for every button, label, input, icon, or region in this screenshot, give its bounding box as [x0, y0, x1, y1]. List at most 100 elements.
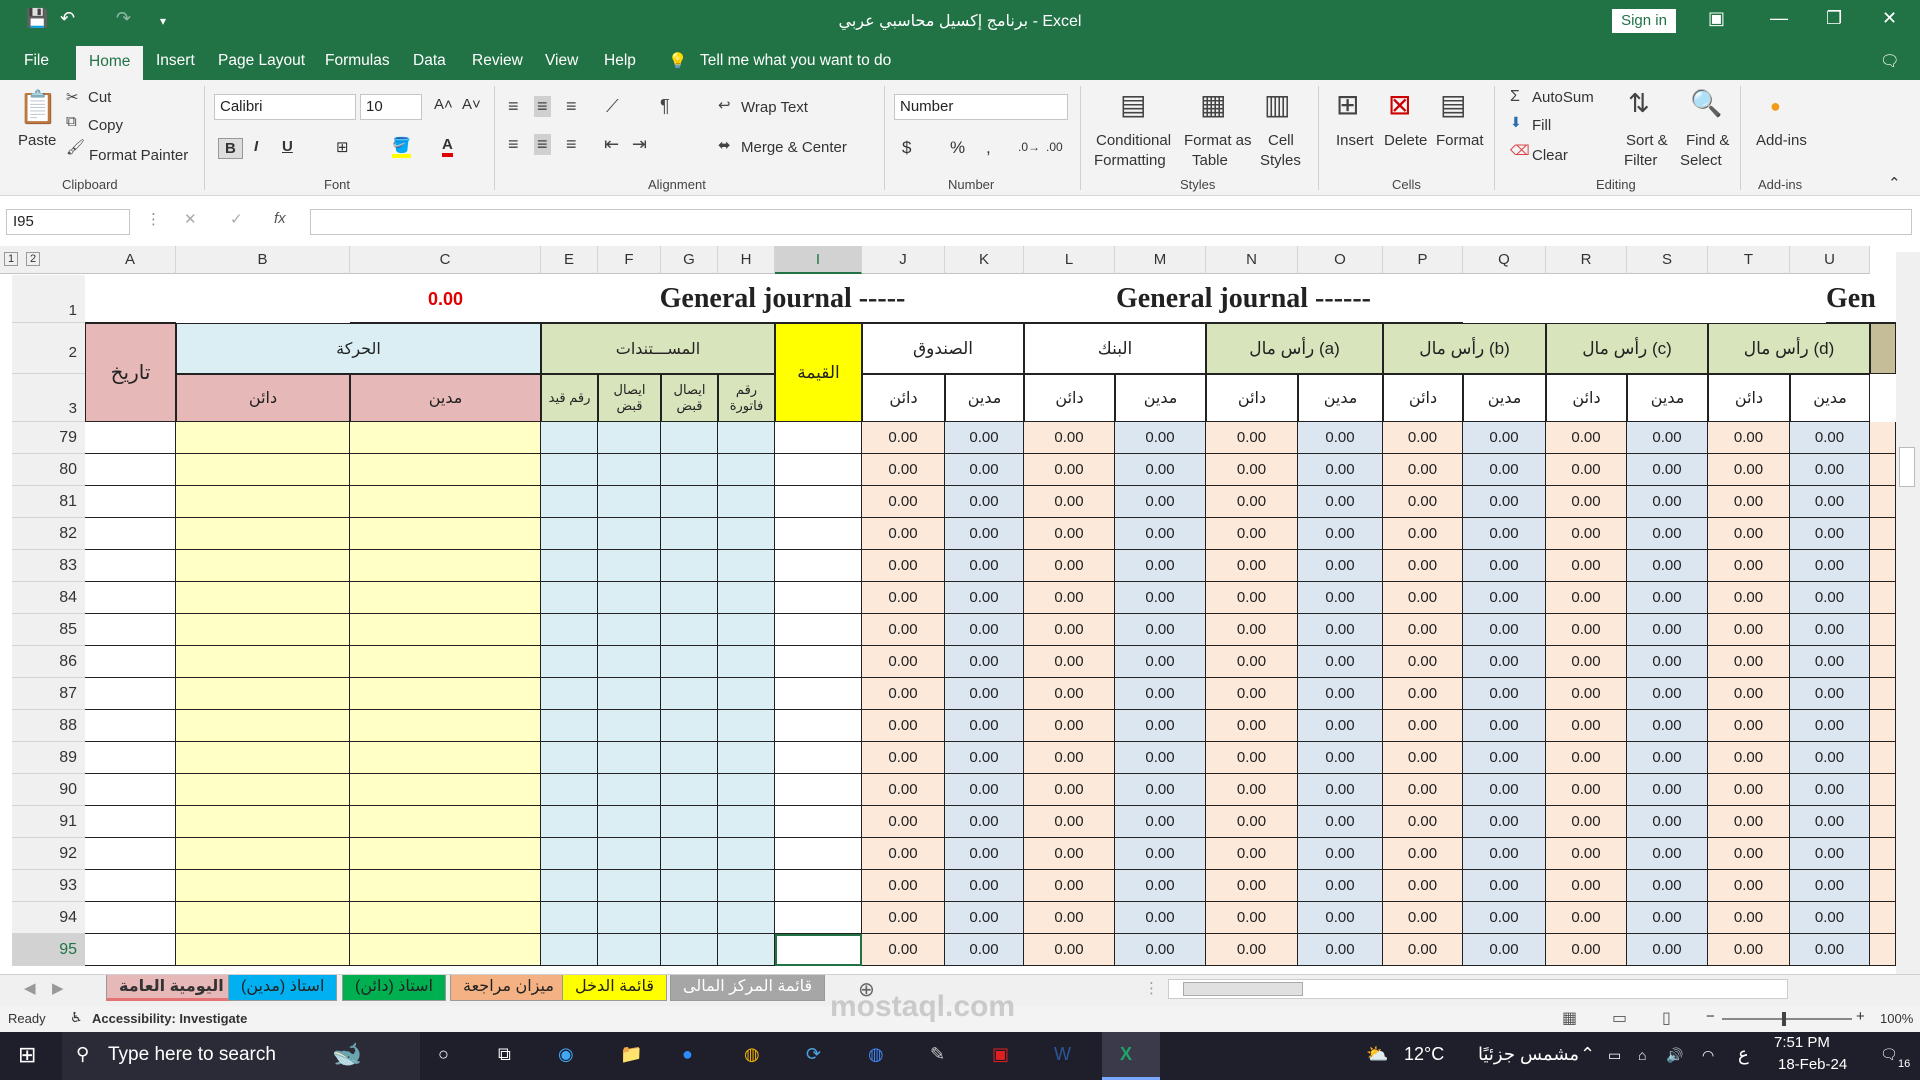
- value-cell[interactable]: 0.00: [945, 614, 1024, 646]
- value-cell[interactable]: 0.00: [1206, 582, 1298, 614]
- column-header[interactable]: A: [85, 246, 176, 274]
- document-cell[interactable]: [598, 454, 661, 486]
- document-cell[interactable]: [718, 614, 775, 646]
- paste-button[interactable]: Paste: [18, 132, 56, 149]
- value-cell[interactable]: 0.00: [1024, 902, 1115, 934]
- cell-styles-label[interactable]: Cell: [1268, 132, 1294, 149]
- value-cell[interactable]: 0.00: [1206, 646, 1298, 678]
- document-cell[interactable]: [718, 582, 775, 614]
- row-header[interactable]: 88: [12, 710, 85, 742]
- value-cell[interactable]: 0.00: [1115, 742, 1206, 774]
- debit-header[interactable]: مدين: [1790, 374, 1870, 422]
- outline-level-2[interactable]: 2: [26, 252, 41, 266]
- value-cell[interactable]: 0.00: [1298, 902, 1383, 934]
- align-middle-icon[interactable]: ≡: [534, 96, 551, 117]
- debit-cell[interactable]: [350, 646, 541, 678]
- empty-cell[interactable]: [85, 275, 176, 323]
- find-select-label-2[interactable]: Select: [1680, 152, 1722, 169]
- value-cell[interactable]: 0.00: [1298, 582, 1383, 614]
- value-cell[interactable]: 0.00: [1383, 678, 1463, 710]
- value-cell[interactable]: 0.00: [1708, 774, 1790, 806]
- document-cell[interactable]: [598, 550, 661, 582]
- debit-cell[interactable]: [350, 838, 541, 870]
- value-cell[interactable]: 0.00: [1790, 486, 1870, 518]
- value-cell[interactable]: 0.00: [1206, 422, 1298, 454]
- value-cell[interactable]: 0.00: [1708, 550, 1790, 582]
- account-header[interactable]: الصندوق: [862, 323, 1024, 374]
- value-cell[interactable]: 0.00: [1298, 614, 1383, 646]
- align-bottom-icon[interactable]: ≡: [566, 96, 577, 117]
- value-cell[interactable]: [1870, 742, 1896, 774]
- value-cell[interactable]: 0.00: [1024, 678, 1115, 710]
- insert-cells-button[interactable]: Insert: [1336, 132, 1374, 149]
- document-cell[interactable]: [718, 806, 775, 838]
- empty-cell[interactable]: [1870, 323, 1896, 374]
- row-header[interactable]: 92: [12, 838, 85, 870]
- document-cell[interactable]: [718, 870, 775, 902]
- value-cell[interactable]: 0.00: [1708, 742, 1790, 774]
- value-cell[interactable]: 0.00: [1627, 774, 1708, 806]
- value-cell[interactable]: 0.00: [1708, 678, 1790, 710]
- increase-font-icon[interactable]: A˄: [434, 96, 453, 113]
- value-cell[interactable]: 0.00: [1206, 806, 1298, 838]
- value-cell[interactable]: 0.00: [862, 550, 945, 582]
- value-cell[interactable]: 0.00: [1463, 774, 1546, 806]
- debit-cell[interactable]: [350, 774, 541, 806]
- column-header[interactable]: L: [1024, 246, 1115, 274]
- document-cell[interactable]: [661, 486, 718, 518]
- document-cell[interactable]: [541, 454, 598, 486]
- format-painter-button[interactable]: Format Painter: [89, 147, 188, 164]
- document-cell[interactable]: [661, 582, 718, 614]
- value-cell[interactable]: 0.00: [1115, 678, 1206, 710]
- row-header[interactable]: 84: [12, 582, 85, 614]
- orientation-icon[interactable]: ⟋: [606, 96, 619, 117]
- value-cell[interactable]: 0.00: [1298, 550, 1383, 582]
- date-cell[interactable]: [85, 614, 176, 646]
- document-cell[interactable]: [718, 646, 775, 678]
- column-header[interactable]: K: [945, 246, 1024, 274]
- row-header[interactable]: 91: [12, 806, 85, 838]
- debit-cell[interactable]: [350, 454, 541, 486]
- value-cell[interactable]: 0.00: [1708, 422, 1790, 454]
- value-cell[interactable]: 0.00: [862, 422, 945, 454]
- account-header[interactable]: رأس مال (a): [1206, 323, 1383, 374]
- document-cell[interactable]: [541, 486, 598, 518]
- value-cell[interactable]: 0.00: [1708, 806, 1790, 838]
- document-cell[interactable]: [718, 422, 775, 454]
- value-cell[interactable]: [1870, 870, 1896, 902]
- value-cell[interactable]: 0.00: [1790, 614, 1870, 646]
- value-cell[interactable]: 0.00: [1546, 902, 1627, 934]
- debit-cell[interactable]: [350, 742, 541, 774]
- value-cell[interactable]: 0.00: [1463, 614, 1546, 646]
- sort-filter-label-2[interactable]: Filter: [1624, 152, 1657, 169]
- value-cell[interactable]: 0.00: [945, 518, 1024, 550]
- value-cell[interactable]: 0.00: [1546, 454, 1627, 486]
- zoom-slider-thumb[interactable]: [1782, 1012, 1786, 1026]
- document-cell[interactable]: [718, 678, 775, 710]
- taskbar-search[interactable]: ⚲ Type here to search 🐋: [62, 1032, 420, 1080]
- value-cell[interactable]: 0.00: [945, 902, 1024, 934]
- align-center-icon[interactable]: ≡: [534, 134, 551, 155]
- value-cell[interactable]: 0.00: [862, 614, 945, 646]
- italic-button[interactable]: I: [254, 138, 258, 155]
- value-cell[interactable]: 0.00: [1024, 518, 1115, 550]
- amount-cell[interactable]: [775, 806, 862, 838]
- value-cell[interactable]: 0.00: [1298, 486, 1383, 518]
- conditional-formatting-label[interactable]: Conditional: [1096, 132, 1171, 149]
- document-cell[interactable]: [541, 742, 598, 774]
- total-value[interactable]: 0.00: [350, 275, 541, 323]
- network-icon[interactable]: ⌂: [1638, 1047, 1646, 1063]
- rtl-icon[interactable]: ¶: [660, 96, 670, 117]
- document-cell[interactable]: [718, 838, 775, 870]
- column-header[interactable]: F: [598, 246, 661, 274]
- value-cell[interactable]: 0.00: [1546, 422, 1627, 454]
- sync-app-icon[interactable]: ⟳: [806, 1044, 821, 1065]
- document-cell[interactable]: [661, 774, 718, 806]
- value-cell[interactable]: 0.00: [862, 518, 945, 550]
- document-cell[interactable]: [541, 710, 598, 742]
- document-cell[interactable]: [541, 678, 598, 710]
- row-header[interactable]: 87: [12, 678, 85, 710]
- task-view-icon[interactable]: ⧉: [498, 1044, 511, 1065]
- value-cell[interactable]: 0.00: [1708, 710, 1790, 742]
- credit-header[interactable]: دائن: [1206, 374, 1298, 422]
